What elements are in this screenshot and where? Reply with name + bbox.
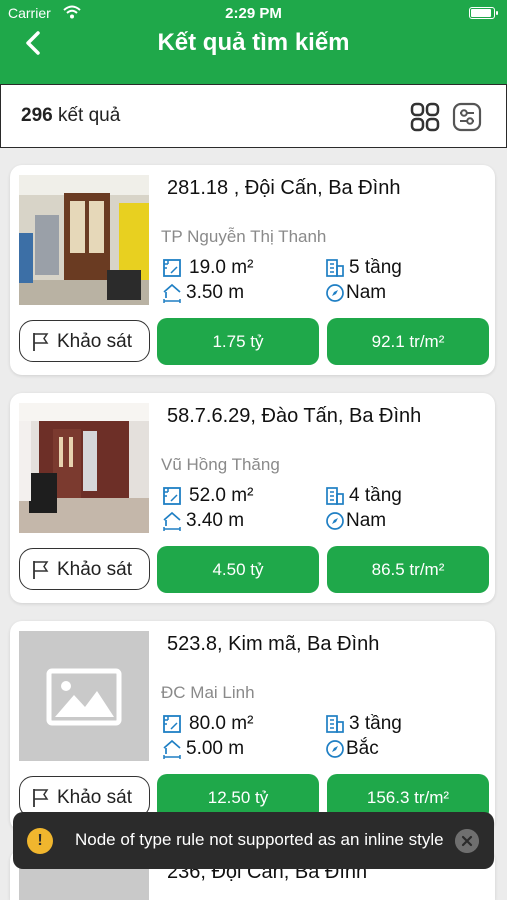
frontage-icon: [163, 511, 181, 531]
flag-icon: [33, 561, 49, 579]
listing-area: 19.0 m²: [189, 257, 254, 278]
error-toast[interactable]: ! Node of type rule not supported as an …: [13, 812, 494, 869]
listing-owner: TP Nguyễn Thị Thanh: [161, 227, 327, 246]
result-count-suffix: kết quả: [52, 105, 121, 126]
compass-icon: [326, 740, 344, 758]
status-bar: Carrier 2:29 PM: [0, 4, 507, 24]
listing-direction: Bắc: [346, 738, 379, 759]
listing-owner: ĐC Mai Linh: [161, 683, 255, 702]
building-icon: [326, 259, 344, 277]
listing-card[interactable]: 58.7.6.29, Đào Tấn, Ba Đình Vũ Hồng Thăn…: [10, 393, 495, 603]
flag-icon: [33, 333, 49, 351]
area-icon: [163, 259, 181, 277]
listing-frontage: 3.40 m: [186, 510, 245, 531]
building-icon: [326, 487, 344, 505]
unit-price-button[interactable]: 86.5 tr/m²: [327, 546, 489, 593]
listing-area: 52.0 m²: [189, 485, 254, 506]
listing-direction: Nam: [346, 282, 387, 303]
price-button[interactable]: 4.50 tỷ: [157, 546, 319, 593]
result-count-number: 296: [21, 105, 53, 126]
image-placeholder-icon: [19, 631, 149, 761]
survey-label: Khảo sát: [57, 331, 132, 352]
grid-view-icon[interactable]: [409, 101, 441, 133]
listing-card[interactable]: 281.18 , Đội Cấn, Ba Đình TP Nguyễn Thị …: [10, 165, 495, 375]
navigation-bar: Carrier 2:29 PM Kết quả tìm kiếm: [0, 0, 507, 84]
building-icon: [326, 715, 344, 733]
clock: 2:29 PM: [225, 5, 282, 22]
page-title: Kết quả tìm kiếm: [157, 29, 350, 56]
area-icon: [163, 715, 181, 733]
listing-photo: [19, 175, 149, 305]
listing-card[interactable]: 523.8, Kim mã, Ba Đình ĐC Mai Linh 80.0 …: [10, 621, 495, 831]
price-button[interactable]: 1.75 tỷ: [157, 318, 319, 365]
listing-owner: Vũ Hồng Thăng: [161, 455, 280, 474]
result-count: 296 kết quả: [21, 105, 120, 127]
listing-address: 281.18 , Đội Cấn, Ba Đình: [167, 177, 401, 199]
listing-frontage: 5.00 m: [186, 738, 245, 759]
compass-icon: [326, 284, 344, 302]
toast-message: Node of type rule not supported as an in…: [75, 830, 444, 849]
compass-icon: [326, 512, 344, 530]
filter-icon[interactable]: [451, 101, 483, 133]
listing-address: 58.7.6.29, Đào Tấn, Ba Đình: [167, 405, 422, 427]
listing-floors: 4 tầng: [349, 485, 402, 506]
listing-frontage: 3.50 m: [186, 282, 245, 303]
listing-area: 80.0 m²: [189, 713, 254, 734]
unit-price-button[interactable]: 92.1 tr/m²: [327, 318, 489, 365]
battery-icon: [469, 7, 498, 19]
survey-label: Khảo sát: [57, 787, 132, 808]
listing-direction: Nam: [346, 510, 387, 531]
listing-floors: 3 tầng: [349, 713, 402, 734]
flag-icon: [33, 789, 49, 807]
listing-floors: 5 tầng: [349, 257, 402, 278]
area-icon: [163, 487, 181, 505]
survey-label: Khảo sát: [57, 559, 132, 580]
survey-button[interactable]: Khảo sát: [19, 320, 150, 362]
survey-button[interactable]: Khảo sát: [19, 548, 150, 590]
listing-photo: [19, 403, 149, 533]
close-icon[interactable]: [455, 829, 479, 853]
frontage-icon: [163, 283, 181, 303]
results-toolbar: 296 kết quả: [0, 84, 507, 148]
frontage-icon: [163, 739, 181, 759]
warning-icon: !: [27, 828, 53, 854]
listing-address: 523.8, Kim mã, Ba Đình: [167, 633, 380, 655]
